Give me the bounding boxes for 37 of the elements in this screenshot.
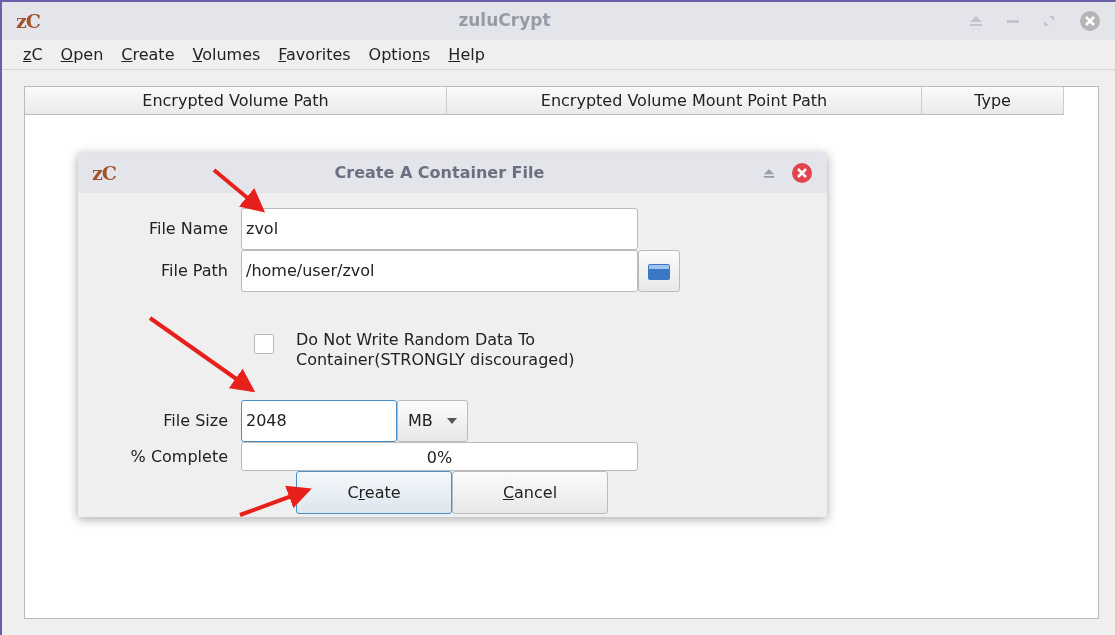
unit-dropdown[interactable]: MB (397, 400, 468, 442)
minimize-icon[interactable] (1007, 19, 1019, 23)
column-header[interactable]: Type (922, 87, 1064, 115)
field-label: File Name (147, 218, 229, 240)
browse-button[interactable] (638, 250, 680, 292)
dialog-button[interactable]: Cancel (452, 471, 608, 514)
checkbox-label: Do Not Write Random Data To Container(STRONGLY discouraged) (296, 330, 576, 370)
column-header[interactable]: Encrypted Volume Path (25, 87, 447, 115)
shade-icon[interactable] (763, 167, 775, 179)
input-field[interactable]: /home/user/zvol (241, 250, 638, 292)
close-icon[interactable] (1079, 10, 1101, 32)
dialog-button[interactable]: Create (296, 471, 452, 514)
shade-icon[interactable] (969, 15, 983, 27)
input-field[interactable]: zvol (241, 208, 638, 250)
app-logo: zC (16, 8, 40, 34)
menu-item[interactable]: Create (112, 42, 184, 67)
app-logo: zC (92, 160, 116, 186)
annotation-arrow (212, 168, 266, 213)
column-header[interactable]: Encrypted Volume Mount Point Path (447, 87, 922, 115)
field-label: File Size (162, 410, 229, 432)
checkbox[interactable] (254, 334, 274, 354)
caret-icon (447, 418, 457, 424)
maximize-icon[interactable] (1043, 15, 1055, 27)
dialog-title: Create A Container File (333, 162, 546, 184)
menu-item[interactable]: Volumes (183, 42, 270, 67)
menu-item[interactable]: zC (14, 42, 52, 67)
field-label: % Complete (129, 445, 229, 468)
close-icon[interactable] (791, 162, 813, 184)
menu-item[interactable]: Options (359, 42, 440, 67)
window-title: zuluCrypt (457, 9, 552, 33)
menu-item[interactable]: Favorites (269, 42, 360, 67)
progress-reading: 0% (426, 447, 453, 469)
menu-item[interactable]: Open (51, 42, 113, 67)
menu-item[interactable]: Help (439, 42, 494, 67)
folder-icon (648, 263, 670, 280)
field-label: File Path (160, 260, 229, 282)
input-field[interactable]: 2048 (241, 400, 397, 442)
